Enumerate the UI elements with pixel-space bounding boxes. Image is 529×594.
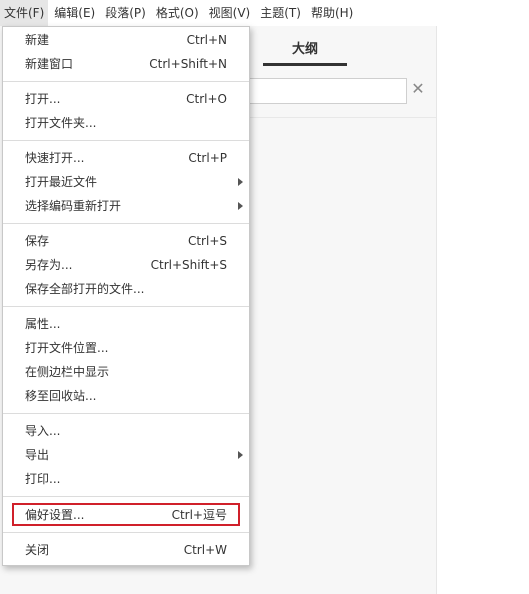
menu-edit[interactable]: 编辑(E) — [50, 0, 99, 26]
menu-paragraph[interactable]: 段落(P) — [101, 0, 150, 26]
menu-help[interactable]: 帮助(H) — [307, 0, 357, 26]
menu-separator — [3, 81, 249, 82]
menu-item-label: 选择编码重新打开 — [25, 199, 122, 213]
chevron-right-icon — [238, 178, 243, 186]
menu-item-reopen-with-encoding[interactable]: 选择编码重新打开 — [3, 194, 249, 218]
menu-separator — [3, 140, 249, 141]
menu-item-label: 导入... — [25, 424, 61, 438]
menu-item-save-all[interactable]: 保存全部打开的文件... — [3, 277, 249, 301]
menu-file[interactable]: 文件(F) — [0, 0, 49, 26]
outline-search-input[interactable] — [236, 78, 407, 104]
menu-item-shortcut: Ctrl+W — [183, 543, 227, 557]
menu-separator — [3, 532, 249, 533]
menu-item-label: 保存 — [25, 234, 50, 248]
chevron-right-icon — [238, 202, 243, 210]
chevron-right-icon — [238, 451, 243, 459]
menu-item-new-window[interactable]: 新建窗口 Ctrl+Shift+N — [3, 52, 249, 76]
menu-item-close[interactable]: 关闭 Ctrl+W — [3, 538, 249, 562]
menu-item-shortcut: Ctrl+N — [186, 33, 227, 47]
menu-item-label: 保存全部打开的文件... — [25, 282, 145, 296]
menu-item-open-file-location[interactable]: 打开文件位置... — [3, 336, 249, 360]
menu-item-label: 打开文件位置... — [25, 341, 109, 355]
menu-item-label: 属性... — [25, 317, 61, 331]
menu-item-label: 打开最近文件 — [25, 175, 98, 189]
menu-item-quick-open[interactable]: 快速打开... Ctrl+P — [3, 146, 249, 170]
menu-item-label: 关闭 — [25, 543, 50, 557]
menu-item-open-recent[interactable]: 打开最近文件 — [3, 170, 249, 194]
menu-item-shortcut: Ctrl+Shift+N — [149, 57, 227, 71]
menu-separator — [3, 306, 249, 307]
menu-item-shortcut: Ctrl+Shift+S — [150, 258, 227, 272]
menu-item-label: 打印... — [25, 472, 61, 486]
menu-item-print[interactable]: 打印... — [3, 467, 249, 491]
menu-item-shortcut: Ctrl+P — [188, 151, 227, 165]
menu-item-save[interactable]: 保存 Ctrl+S — [3, 229, 249, 253]
menu-item-label: 打开文件夹... — [25, 116, 97, 130]
menu-item-import[interactable]: 导入... — [3, 419, 249, 443]
menu-item-label: 新建 — [25, 33, 50, 47]
menu-item-reveal-in-sidebar[interactable]: 在侧边栏中显示 — [3, 360, 249, 384]
menu-item-move-to-trash[interactable]: 移至回收站... — [3, 384, 249, 408]
menu-item-properties[interactable]: 属性... — [3, 312, 249, 336]
sidebar-divider — [236, 117, 436, 118]
menu-bar: 文件(F) 编辑(E) 段落(P) 格式(O) 视图(V) 主题(T) 帮助(H… — [0, 0, 529, 26]
menu-item-shortcut: Ctrl+S — [187, 234, 227, 248]
menu-format[interactable]: 格式(O) — [152, 0, 203, 26]
menu-view[interactable]: 视图(V) — [205, 0, 255, 26]
menu-item-label: 导出 — [25, 448, 50, 462]
menu-item-label: 打开... — [25, 92, 61, 106]
menu-separator — [3, 223, 249, 224]
menu-item-open[interactable]: 打开... Ctrl+O — [3, 87, 249, 111]
menu-item-save-as[interactable]: 另存为... Ctrl+Shift+S — [3, 253, 249, 277]
menu-item-label: 快速打开... — [25, 151, 85, 165]
menu-item-label: 移至回收站... — [25, 389, 97, 403]
menu-item-label: 另存为... — [25, 258, 73, 272]
menu-separator — [3, 496, 249, 497]
menu-item-open-folder[interactable]: 打开文件夹... — [3, 111, 249, 135]
menu-separator — [3, 413, 249, 414]
menu-item-label: 新建窗口 — [25, 57, 74, 71]
menu-theme[interactable]: 主题(T) — [256, 0, 305, 26]
menu-item-export[interactable]: 导出 — [3, 443, 249, 467]
preferences-highlight-box — [12, 503, 240, 526]
menu-item-label: 在侧边栏中显示 — [25, 365, 110, 379]
tab-outline[interactable]: 大纲 — [263, 38, 347, 66]
file-menu-dropdown: 新建 Ctrl+N 新建窗口 Ctrl+Shift+N 打开... Ctrl+O… — [2, 26, 250, 566]
close-icon[interactable]: ✕ — [410, 78, 426, 100]
menu-item-shortcut: Ctrl+O — [186, 92, 227, 106]
menu-item-new[interactable]: 新建 Ctrl+N — [3, 28, 249, 52]
